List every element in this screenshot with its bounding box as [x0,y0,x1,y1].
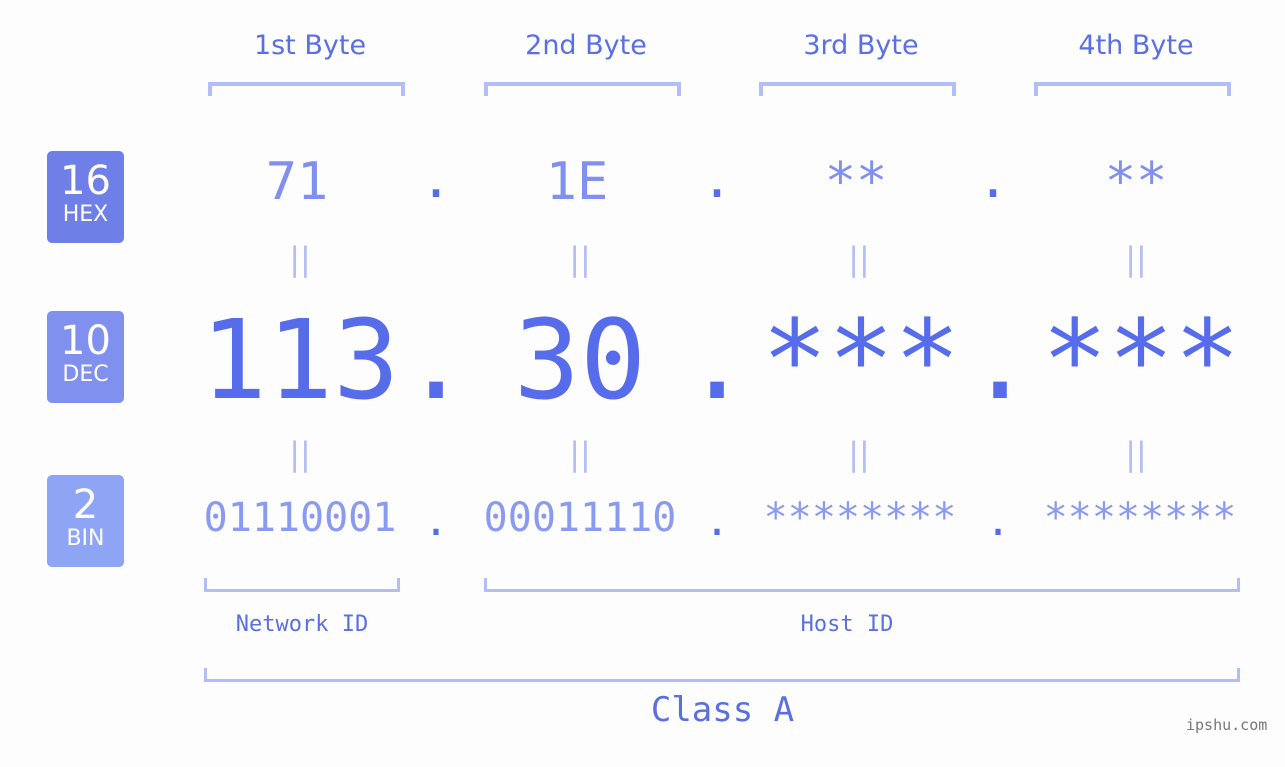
hex-base-number: 16 [60,158,111,204]
byte-label-3: 3rd Byte [803,30,919,61]
dec-byte-1: 113 [200,296,400,424]
equals-icon: || [848,435,870,473]
hex-badge: 16 HEX [47,151,124,243]
byte-label-4: 4th Byte [1078,30,1194,61]
bin-separator-1: . [423,496,449,545]
hex-base-label: HEX [62,202,109,227]
hex-byte-1: 71 [265,152,329,212]
bin-separator-2: . [704,496,730,545]
hex-separator-3: . [977,150,1009,210]
byte-label-2: 2nd Byte [525,30,647,61]
byte-bracket-3 [759,82,956,96]
hex-byte-3: ** [824,152,888,212]
dec-badge: 10 DEC [47,311,124,403]
dec-base-label: DEC [62,362,109,387]
dec-byte-4: *** [1041,296,1241,424]
bin-byte-2: 00011110 [483,495,677,541]
equals-icon: || [569,240,591,278]
equals-icon: || [289,240,311,278]
hex-separator-2: . [701,150,733,210]
dec-base-number: 10 [60,318,111,364]
hex-byte-2: 1E [545,152,609,212]
hex-byte-4: ** [1104,152,1168,212]
byte-bracket-4 [1034,82,1231,96]
watermark: ipshu.com [1186,716,1268,734]
dec-byte-3: *** [761,296,961,424]
network-id-bracket [204,578,400,592]
bin-byte-1: 01110001 [203,495,397,541]
bin-base-number: 2 [72,482,99,528]
class-label: Class A [650,690,795,730]
equals-icon: || [289,435,311,473]
bin-badge: 2 BIN [47,475,124,567]
equals-icon: || [1125,435,1147,473]
class-bracket [204,668,1240,682]
equals-icon: || [1125,240,1147,278]
byte-bracket-2 [484,82,681,96]
hex-separator-1: . [420,150,452,210]
host-id-label: Host ID [800,612,894,637]
bin-byte-4: ******** [1043,495,1237,541]
dec-byte-2: 30 [513,296,647,424]
bin-base-label: BIN [66,526,105,551]
byte-bracket-1 [208,82,405,96]
network-id-label: Network ID [235,612,369,637]
equals-icon: || [569,435,591,473]
host-id-bracket [484,578,1240,592]
bin-byte-3: ******** [763,495,957,541]
byte-label-1: 1st Byte [253,30,367,61]
equals-icon: || [848,240,870,278]
bin-separator-3: . [985,496,1011,545]
